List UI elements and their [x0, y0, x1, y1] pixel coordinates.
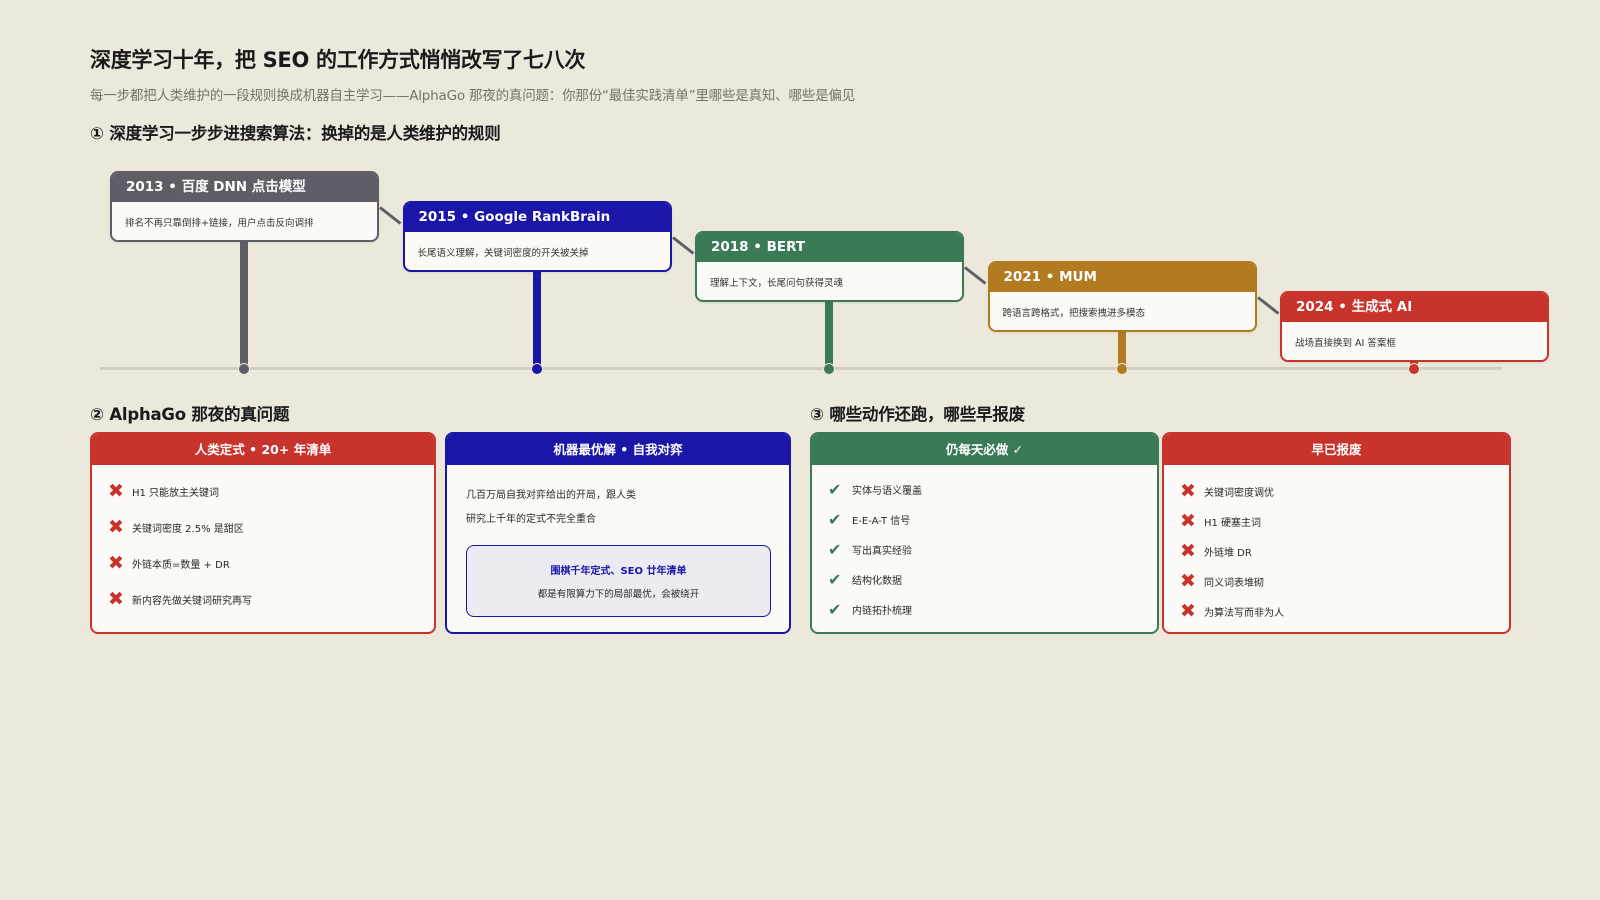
timeline-card: 2021 • MUM 跨语言跨格式，把搜索拽进多模态 — [987, 261, 1257, 332]
list-item-label: 内链拓扑梳理 — [852, 606, 912, 617]
timeline-card-title: 2024 • 生成式 AI — [1282, 293, 1547, 322]
panel-header: 人类定式 • 20+ 年清单 — [92, 434, 434, 465]
x-icon: ✖ — [1180, 540, 1196, 562]
x-icon: ✖ — [1180, 570, 1196, 592]
list-item-label: 结构化数据 — [852, 576, 902, 587]
scrapped-panel: 早已报废 ✖ 关键词密度调优 ✖ H1 硬塞主词 ✖ 外链堆 DR ✖ 同义词表堆砌 ✖ 为算法写… — [1162, 432, 1511, 634]
panel-header: 早已报废 — [1164, 434, 1509, 465]
list-item: ✔ 实体与语义覆盖 — [828, 480, 922, 499]
list-item: ✖ 新内容先做关键词研究再写 — [108, 588, 252, 610]
timeline-stem — [240, 240, 248, 368]
x-icon: ✖ — [108, 588, 124, 610]
check-icon: ✔ — [828, 600, 842, 619]
timeline-card-description: 理解上下文，长尾问句获得灵魂 — [710, 278, 844, 289]
list-item-label: 为算法写而非为人 — [1204, 607, 1284, 619]
page-title: 深度学习十年，把 SEO 的工作方式悄悄改写了七八次 — [90, 48, 586, 72]
list-item: ✖ 关键词密度调优 — [1180, 480, 1274, 502]
list-item: ✖ H1 只能放主关键词 — [108, 480, 219, 502]
section-title-alphago: ② AlphaGo 那夜的真问题 — [90, 405, 290, 424]
still-daily-panel: 仍每天必做 ✓ ✔ 实体与语义覆盖 ✔ E-E-A-T 信号 ✔ 写出真实经验 ✔ 结构化数据… — [810, 432, 1159, 634]
machine-description-line: 几百万局自我对弈给出的开局，跟人类 — [466, 490, 636, 501]
check-icon: ✔ — [828, 570, 842, 589]
panel-header: 仍每天必做 ✓ — [812, 434, 1157, 465]
panel-header: 机器最优解 • 自我对弈 — [447, 434, 789, 465]
x-icon: ✖ — [1180, 600, 1196, 622]
timeline-dot — [1408, 363, 1420, 375]
timeline-card-title: 2018 • BERT — [697, 233, 962, 262]
section-title-actions: ③ 哪些动作还跑，哪些早报废 — [810, 405, 1025, 424]
timeline-dot — [1115, 363, 1128, 375]
x-icon: ✖ — [1180, 510, 1196, 532]
list-item: ✔ 内链拓扑梳理 — [828, 600, 912, 619]
x-icon: ✖ — [1180, 480, 1196, 502]
x-icon: ✖ — [108, 516, 124, 538]
x-icon: ✖ — [108, 480, 124, 502]
timeline-dot — [238, 363, 250, 375]
human-playbook-panel: 人类定式 • 20+ 年清单 ✖ H1 只能放主关键词 ✖ 关键词密度 2.5% 是甜… — [90, 432, 436, 634]
list-item-label: 外链本质=数量 + DR — [132, 559, 230, 571]
list-item-label: 写出真实经验 — [852, 546, 912, 557]
list-item-label: 外链堆 DR — [1204, 547, 1252, 559]
list-item: ✖ H1 硬塞主词 — [1180, 510, 1261, 532]
check-icon: ✔ — [828, 540, 842, 559]
timeline-card: 2024 • 生成式 AI 战场直接换到 AI 答案框 — [1280, 291, 1549, 362]
list-item-label: 关键词密度 2.5% 是甜区 — [132, 523, 244, 535]
x-icon: ✖ — [108, 552, 124, 574]
list-item-label: E-E-A-T 信号 — [852, 516, 911, 527]
timeline-dot — [530, 363, 543, 375]
list-item: ✔ E-E-A-T 信号 — [828, 510, 910, 529]
list-item: ✖ 为算法写而非为人 — [1180, 600, 1284, 622]
check-icon: ✔ — [828, 480, 842, 499]
timeline-card: 2018 • BERT 理解上下文，长尾问句获得灵魂 — [695, 231, 964, 302]
page-subtitle: 每一步都把人类维护的一段规则换成机器自主学习——AlphaGo 那夜的真问题：你… — [90, 88, 855, 104]
list-item: ✖ 外链本质=数量 + DR — [108, 552, 230, 574]
timeline-connector — [1256, 296, 1279, 315]
list-item-label: 同义词表堆砌 — [1204, 577, 1264, 589]
machine-description-line: 研究上千年的定式不完全重合 — [466, 514, 596, 525]
timeline-stem — [825, 300, 833, 368]
list-item: ✖ 同义词表堆砌 — [1180, 570, 1264, 592]
timeline-stem — [532, 270, 541, 368]
section-title-timeline: ① 深度学习一步步进搜索算法：换掉的是人类维护的规则 — [90, 124, 501, 143]
timeline-connector — [379, 206, 402, 225]
timeline-card-description: 跨语言跨格式，把搜索拽进多模态 — [1002, 308, 1146, 319]
list-item-label: H1 只能放主关键词 — [132, 487, 220, 499]
check-icon: ✔ — [828, 510, 842, 529]
timeline-dot — [823, 363, 835, 375]
conclusion-body: 都是有限算力下的局部最优，会被绕开 — [537, 589, 700, 600]
timeline-card-title: 2015 • Google RankBrain — [404, 203, 670, 232]
machine-description: 几百万局自我对弈给出的开局，跟人类 研究上千年的定式不完全重合 — [466, 484, 636, 532]
list-item: ✖ 关键词密度 2.5% 是甜区 — [108, 516, 244, 538]
list-item: ✔ 结构化数据 — [828, 570, 902, 589]
timeline-card: 2013 • 百度 DNN 点击模型排名不再只靠倒排+链接，用户点击反向调排 — [110, 171, 379, 242]
conclusion-title: 围棋千年定式、SEO 廿年清单 — [550, 566, 687, 577]
timeline-card-title: 2013 • 百度 DNN 点击模型 — [112, 173, 377, 202]
timeline-card-description: 长尾语义理解，关键词密度的开关被关掉 — [417, 248, 589, 259]
list-item-label: 新内容先做关键词研究再写 — [132, 595, 252, 607]
timeline-card: 2015 • Google RankBrain 长尾语义理解，关键词密度的开关被关… — [402, 201, 672, 272]
list-item: ✔ 写出真实经验 — [828, 540, 912, 559]
list-item: ✖ 外链堆 DR — [1180, 540, 1252, 562]
list-item-label: H1 硬塞主词 — [1204, 517, 1262, 529]
timeline-card-title: 2021 • MUM — [989, 263, 1255, 292]
machine-optimum-panel: 机器最优解 • 自我对弈 几百万局自我对弈给出的开局，跟人类 研究上千年的定式不… — [445, 432, 791, 634]
timeline-axis — [100, 367, 1502, 370]
timeline-card-description: 排名不再只靠倒排+链接，用户点击反向调排 — [125, 218, 314, 229]
list-item-label: 关键词密度调优 — [1204, 487, 1274, 499]
timeline-connector — [671, 236, 694, 255]
conclusion-box: 围棋千年定式、SEO 廿年清单 都是有限算力下的局部最优，会被绕开 — [466, 545, 771, 617]
timeline-connector — [964, 266, 987, 285]
timeline-card-description: 战场直接换到 AI 答案框 — [1295, 338, 1396, 349]
list-item-label: 实体与语义覆盖 — [852, 486, 922, 497]
